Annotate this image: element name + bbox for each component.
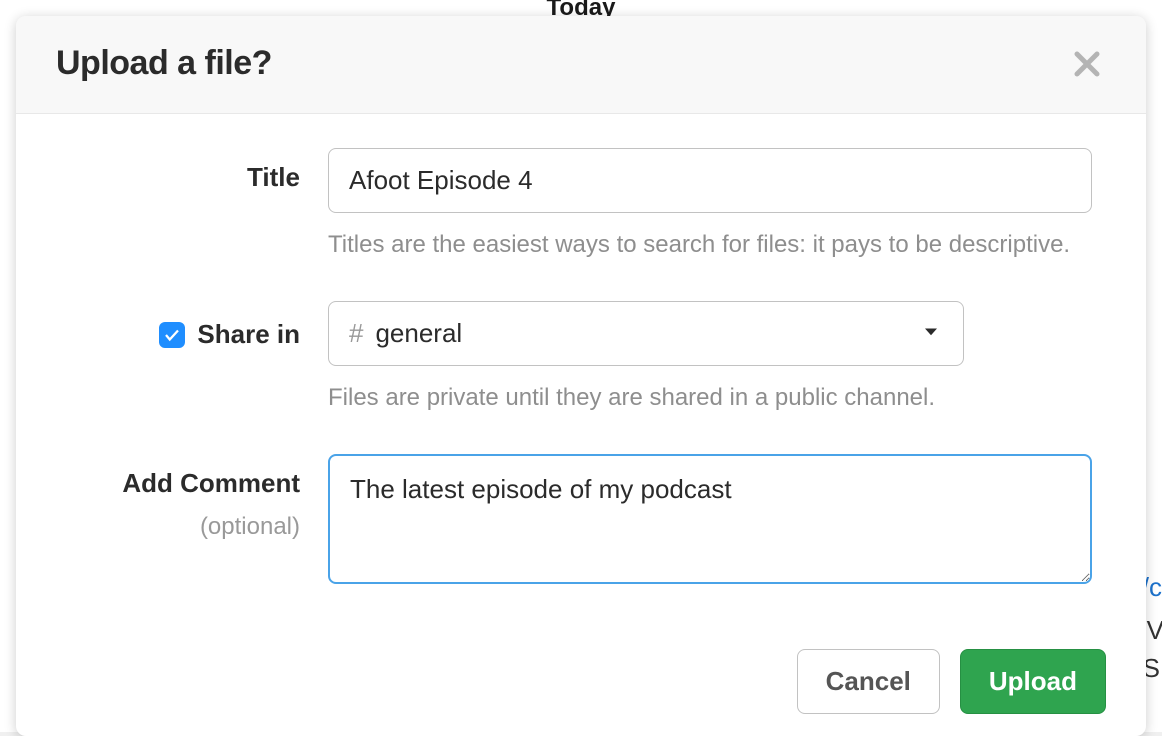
comment-label-col: Add Comment (optional): [56, 454, 328, 541]
title-input-col: Titles are the easiest ways to search fo…: [328, 148, 1106, 259]
modal-body: Title Titles are the easiest ways to sea…: [16, 114, 1146, 621]
channel-select-wrap: # general: [328, 301, 964, 366]
comment-row: Add Comment (optional) The latest episod…: [56, 454, 1106, 589]
title-label-col: Title: [56, 148, 328, 193]
share-input-col: # general Files are private until they a…: [328, 301, 1106, 412]
share-label: Share in: [197, 319, 300, 350]
title-input[interactable]: [328, 148, 1092, 213]
title-row: Title Titles are the easiest ways to sea…: [56, 148, 1106, 259]
channel-name: general: [375, 318, 462, 349]
close-button[interactable]: [1068, 45, 1106, 83]
title-label: Title: [247, 162, 300, 192]
upload-file-modal: Upload a file? Title Titles are the easi…: [16, 16, 1146, 736]
channel-select[interactable]: # general: [328, 301, 964, 366]
modal-title: Upload a file?: [56, 44, 272, 83]
share-helper: Files are private until they are shared …: [328, 384, 1106, 412]
close-icon: [1072, 49, 1102, 79]
share-checkbox[interactable]: [159, 322, 185, 348]
modal-footer: Cancel Upload: [16, 621, 1146, 736]
cancel-button[interactable]: Cancel: [797, 649, 940, 714]
check-icon: [163, 326, 181, 344]
upload-button[interactable]: Upload: [960, 649, 1106, 714]
comment-input-col: The latest episode of my podcast: [328, 454, 1106, 589]
comment-label: Add Comment: [122, 468, 300, 498]
comment-optional-label: (optional): [56, 513, 300, 541]
channel-hash-icon: #: [349, 318, 363, 349]
comment-textarea[interactable]: The latest episode of my podcast: [328, 454, 1092, 584]
share-row: Share in # general Files are private unt…: [56, 301, 1106, 412]
modal-header: Upload a file?: [16, 16, 1146, 114]
share-label-col: Share in: [56, 301, 328, 350]
title-helper: Titles are the easiest ways to search fo…: [328, 231, 1106, 259]
